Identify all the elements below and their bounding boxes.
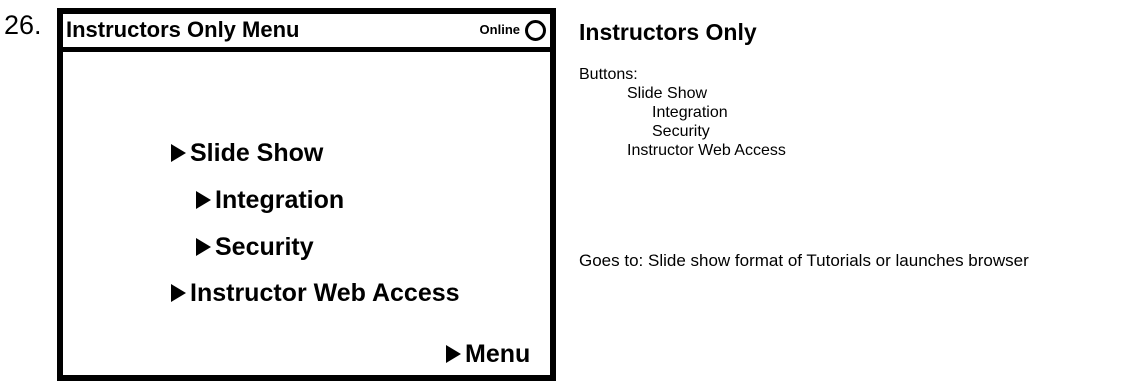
button-list-item: Integration <box>652 104 728 121</box>
slide-show-label: Slide Show <box>190 139 324 167</box>
goes-to-text: Goes to: Slide show format of Tutorials … <box>579 251 1029 270</box>
online-status: Online <box>480 19 546 41</box>
instructor-web-access-label: Instructor Web Access <box>190 279 460 307</box>
slide-show-button[interactable]: Slide Show <box>171 138 323 168</box>
instructor-web-access-button[interactable]: Instructor Web Access <box>171 278 460 308</box>
button-list-item: Instructor Web Access <box>627 142 786 159</box>
buttons-heading: Buttons: <box>579 66 638 83</box>
integration-button[interactable]: Integration <box>196 185 344 215</box>
info-title: Instructors Only <box>579 19 757 45</box>
device-screen: Instructors Only Menu Online Slide Show … <box>57 8 556 381</box>
online-status-label: Online <box>479 22 520 37</box>
status-circle-icon <box>525 19 546 41</box>
play-arrow-icon <box>196 191 211 209</box>
menu-button[interactable]: Menu <box>446 339 530 369</box>
slide-number: 26. <box>4 10 42 40</box>
button-list-item: Slide Show <box>627 85 708 102</box>
play-arrow-icon <box>171 284 186 302</box>
security-label: Security <box>215 233 314 261</box>
menu-button-label: Menu <box>465 340 531 368</box>
screen-header: Instructors Only Menu Online <box>63 14 550 52</box>
button-list-item: Security <box>652 123 710 140</box>
play-arrow-icon <box>446 345 461 363</box>
play-arrow-icon <box>171 144 186 162</box>
integration-label: Integration <box>215 186 345 214</box>
security-button[interactable]: Security <box>196 232 314 262</box>
play-arrow-icon <box>196 238 211 256</box>
screen-title: Instructors Only Menu <box>66 17 300 42</box>
